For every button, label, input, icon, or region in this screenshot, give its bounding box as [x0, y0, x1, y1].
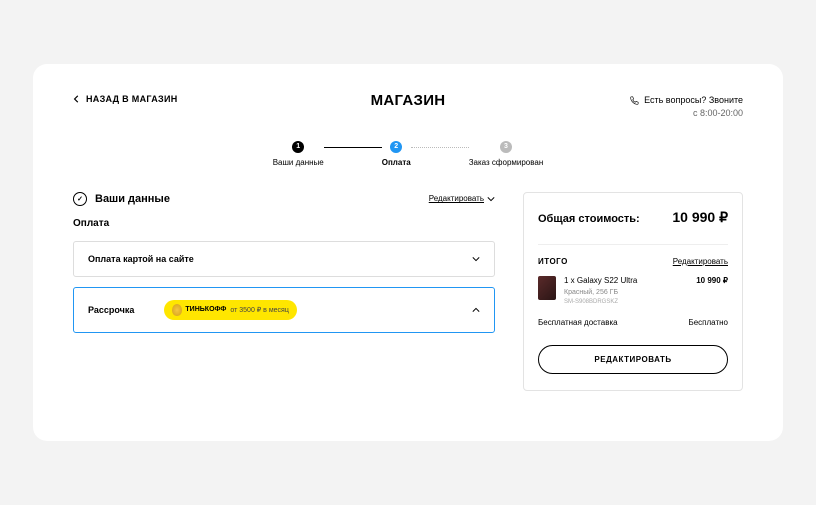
chevron-left-icon: [73, 95, 81, 103]
bank-offer: от 3500 ₽ в месяц: [230, 306, 288, 314]
edit-label: Редактировать: [429, 194, 484, 203]
payment-option-installment[interactable]: Рассрочка ТИНЬКОФФ от 3500 ₽ в месяц: [73, 287, 495, 333]
product-name: 1 x Galaxy S22 Ultra: [564, 276, 688, 287]
bank-name: ТИНЬКОФФ: [185, 306, 226, 313]
checkout-card: НАЗАД В МАГАЗИН МАГАЗИН Есть вопросы? Зв…: [33, 64, 783, 441]
phone-icon: [629, 96, 639, 106]
product-variant: Красный, 256 ГБ: [564, 288, 688, 297]
chevron-down-icon: [472, 255, 480, 263]
tinkoff-logo: ТИНЬКОФФ: [172, 304, 226, 316]
product-sku: SM-S908BDRGSKZ: [564, 298, 688, 306]
total-row: Общая стоимость: 10 990 ₽: [538, 209, 728, 226]
step-2-dot: 2: [390, 141, 402, 153]
payment-option-card[interactable]: Оплата картой на сайте: [73, 241, 495, 277]
section-title-text: Ваши данные: [95, 193, 170, 205]
option-label: Оплата картой на сайте: [88, 254, 194, 264]
divider: [538, 244, 728, 245]
step-1: 1 Ваши данные: [273, 141, 324, 167]
summary-panel: Общая стоимость: 10 990 ₽ ИТОГО Редактир…: [523, 192, 743, 391]
step-2-label: Оплата: [382, 158, 411, 167]
itogo-edit-link[interactable]: Редактировать: [673, 257, 728, 266]
itogo-row: ИТОГО Редактировать: [538, 257, 728, 266]
body: ✓ Ваши данные Редактировать Оплата Оплат…: [73, 192, 743, 391]
header: НАЗАД В МАГАЗИН МАГАЗИН Есть вопросы? Зв…: [73, 94, 743, 121]
step-connector: [411, 147, 469, 148]
chevron-down-icon: [487, 195, 495, 203]
delivery-value: Бесплатно: [688, 318, 728, 327]
stepper: 1 Ваши данные 2 Оплата 3 Заказ сформиров…: [73, 141, 743, 167]
back-link[interactable]: НАЗАД В МАГАЗИН: [73, 94, 178, 104]
total-label: Общая стоимость:: [538, 213, 640, 225]
step-3: 3 Заказ сформирован: [469, 141, 544, 167]
tinkoff-badge: ТИНЬКОФФ от 3500 ₽ в месяц: [164, 300, 296, 320]
logo: МАГАЗИН: [371, 92, 446, 109]
option-content: Рассрочка ТИНЬКОФФ от 3500 ₽ в месяц: [88, 300, 297, 320]
left-column: ✓ Ваши данные Редактировать Оплата Оплат…: [73, 192, 495, 391]
step-3-dot: 3: [500, 141, 512, 153]
section-header: ✓ Ваши данные Редактировать: [73, 192, 495, 206]
section-title: ✓ Ваши данные: [73, 192, 170, 206]
shield-icon: [172, 304, 182, 316]
help-hours: с 8:00-20:00: [629, 107, 743, 121]
option-label: Рассрочка: [88, 305, 134, 315]
step-1-label: Ваши данные: [273, 158, 324, 167]
delivery-row: Бесплатная доставка Бесплатно: [538, 318, 728, 327]
help-block: Есть вопросы? Звоните с 8:00-20:00: [629, 94, 743, 121]
product-info: 1 x Galaxy S22 Ultra Красный, 256 ГБ SM-…: [564, 276, 688, 306]
help-text: Есть вопросы? Звоните: [644, 94, 743, 108]
payment-title: Оплата: [73, 218, 495, 229]
edit-button[interactable]: РЕДАКТИРОВАТЬ: [538, 345, 728, 374]
product-row: 1 x Galaxy S22 Ultra Красный, 256 ГБ SM-…: [538, 276, 728, 306]
step-2: 2 Оплата: [382, 141, 411, 167]
edit-section-link[interactable]: Редактировать: [429, 194, 495, 203]
product-price: 10 990 ₽: [696, 276, 728, 306]
step-connector: [324, 147, 382, 148]
step-1-dot: 1: [292, 141, 304, 153]
check-icon: ✓: [73, 192, 87, 206]
delivery-label: Бесплатная доставка: [538, 318, 618, 327]
step-3-label: Заказ сформирован: [469, 158, 544, 167]
total-value: 10 990 ₽: [672, 209, 728, 226]
chevron-up-icon: [472, 306, 480, 314]
itogo-label: ИТОГО: [538, 257, 568, 266]
product-thumbnail: [538, 276, 556, 300]
back-label: НАЗАД В МАГАЗИН: [86, 94, 178, 104]
